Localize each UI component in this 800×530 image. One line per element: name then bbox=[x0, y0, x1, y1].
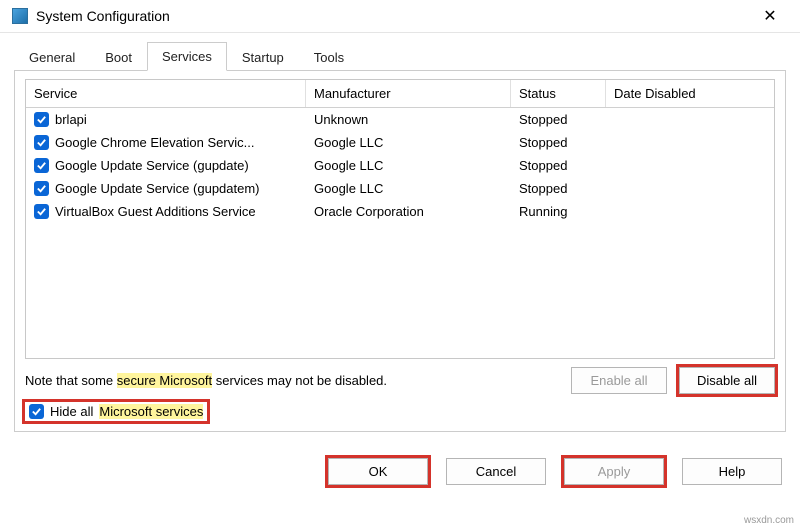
status-cell: Stopped bbox=[511, 133, 606, 152]
service-cell: VirtualBox Guest Additions Service bbox=[26, 202, 306, 221]
watermark: wsxdn.com bbox=[744, 515, 794, 526]
service-name: VirtualBox Guest Additions Service bbox=[55, 204, 256, 219]
service-cell: Google Update Service (gupdatem) bbox=[26, 179, 306, 198]
hide-microsoft-checkbox[interactable]: Hide all Microsoft services bbox=[25, 402, 207, 421]
note-row: Note that some secure Microsoft services… bbox=[25, 367, 775, 394]
tab-services[interactable]: Services bbox=[147, 42, 227, 71]
date-disabled-cell bbox=[606, 118, 774, 122]
table-row[interactable]: Google Update Service (gupdatem) Google L… bbox=[26, 177, 774, 200]
titlebar: System Configuration ✕ bbox=[0, 0, 800, 33]
checkbox-icon bbox=[29, 404, 44, 419]
services-listview[interactable]: Service Manufacturer Status Date Disable… bbox=[25, 79, 775, 359]
hide-label-prefix: Hide all bbox=[50, 404, 93, 419]
hide-label-highlight: Microsoft services bbox=[99, 404, 203, 419]
column-manufacturer[interactable]: Manufacturer bbox=[306, 80, 511, 107]
date-disabled-cell bbox=[606, 164, 774, 168]
checkbox-icon[interactable] bbox=[34, 181, 49, 196]
status-cell: Running bbox=[511, 202, 606, 221]
status-cell: Stopped bbox=[511, 110, 606, 129]
manufacturer-cell: Unknown bbox=[306, 110, 511, 129]
note-prefix: Note that some bbox=[25, 373, 117, 388]
service-cell: Google Update Service (gupdate) bbox=[26, 156, 306, 175]
listview-body: brlapiUnknownStoppedGoogle Chrome Elevat… bbox=[26, 108, 774, 223]
date-disabled-cell bbox=[606, 141, 774, 145]
listview-header: Service Manufacturer Status Date Disable… bbox=[26, 80, 774, 108]
column-service[interactable]: Service bbox=[26, 80, 306, 107]
help-button[interactable]: Help bbox=[682, 458, 782, 485]
column-status[interactable]: Status bbox=[511, 80, 606, 107]
dialog-buttons: OK Cancel Apply Help bbox=[0, 444, 800, 495]
disable-all-button[interactable]: Disable all bbox=[679, 367, 775, 394]
app-icon bbox=[12, 8, 28, 24]
tab-strip: General Boot Services Startup Tools bbox=[14, 41, 786, 71]
date-disabled-cell bbox=[606, 210, 774, 214]
window-title: System Configuration bbox=[36, 8, 170, 24]
date-disabled-cell bbox=[606, 187, 774, 191]
column-date-disabled[interactable]: Date Disabled bbox=[606, 80, 774, 107]
services-panel: Service Manufacturer Status Date Disable… bbox=[14, 71, 786, 432]
apply-button[interactable]: Apply bbox=[564, 458, 664, 485]
service-cell: Google Chrome Elevation Servic... bbox=[26, 133, 306, 152]
tab-tools[interactable]: Tools bbox=[299, 43, 359, 71]
manufacturer-cell: Google LLC bbox=[306, 133, 511, 152]
table-row[interactable]: brlapi UnknownStopped bbox=[26, 108, 774, 131]
close-button[interactable]: ✕ bbox=[750, 6, 790, 26]
checkbox-icon[interactable] bbox=[34, 204, 49, 219]
checkbox-icon[interactable] bbox=[34, 112, 49, 127]
ok-button[interactable]: OK bbox=[328, 458, 428, 485]
checkbox-icon[interactable] bbox=[34, 135, 49, 150]
manufacturer-cell: Google LLC bbox=[306, 179, 511, 198]
status-cell: Stopped bbox=[511, 179, 606, 198]
note-text: Note that some secure Microsoft services… bbox=[25, 373, 559, 388]
tab-boot[interactable]: Boot bbox=[90, 43, 147, 71]
status-cell: Stopped bbox=[511, 156, 606, 175]
tab-startup[interactable]: Startup bbox=[227, 43, 299, 71]
table-row[interactable]: VirtualBox Guest Additions Service Oracle… bbox=[26, 200, 774, 223]
service-name: brlapi bbox=[55, 112, 87, 127]
service-name: Google Update Service (gupdate) bbox=[55, 158, 249, 173]
table-row[interactable]: Google Update Service (gupdate) Google LL… bbox=[26, 154, 774, 177]
manufacturer-cell: Oracle Corporation bbox=[306, 202, 511, 221]
note-highlight: secure Microsoft bbox=[117, 373, 212, 388]
enable-all-button[interactable]: Enable all bbox=[571, 367, 667, 394]
note-suffix: services may not be disabled. bbox=[212, 373, 387, 388]
service-name: Google Update Service (gupdatem) bbox=[55, 181, 260, 196]
manufacturer-cell: Google LLC bbox=[306, 156, 511, 175]
service-cell: brlapi bbox=[26, 110, 306, 129]
client-area: General Boot Services Startup Tools Serv… bbox=[0, 33, 800, 444]
table-row[interactable]: Google Chrome Elevation Servic... Google … bbox=[26, 131, 774, 154]
cancel-button[interactable]: Cancel bbox=[446, 458, 546, 485]
service-name: Google Chrome Elevation Servic... bbox=[55, 135, 254, 150]
tab-general[interactable]: General bbox=[14, 43, 90, 71]
checkbox-icon[interactable] bbox=[34, 158, 49, 173]
